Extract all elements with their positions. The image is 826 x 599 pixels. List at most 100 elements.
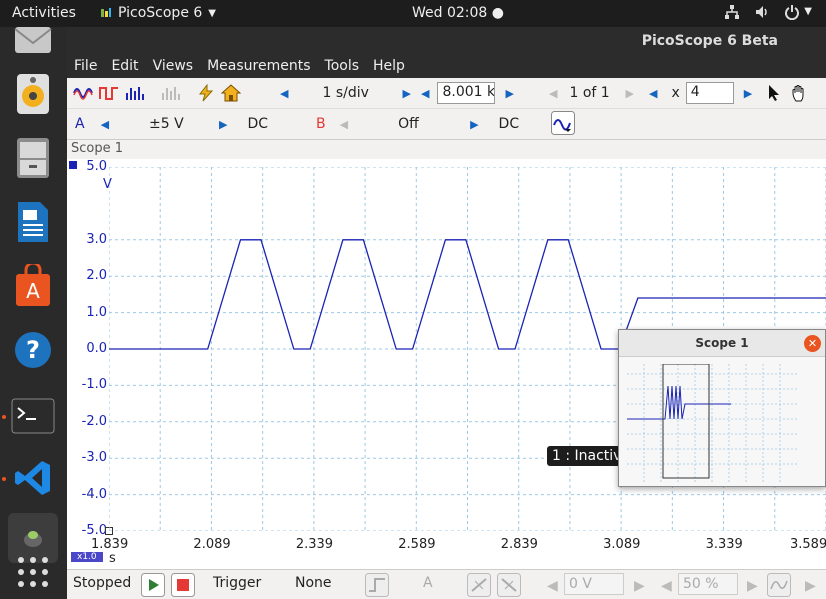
speaker-icon (17, 74, 49, 114)
menu-help[interactable]: Help (366, 56, 412, 78)
next-capture-button[interactable]: ▶ (625, 87, 633, 100)
x-tick-label: 2.089 (193, 537, 231, 552)
dock-item-rhythmbox[interactable] (8, 69, 58, 119)
scope-view-label: Scope 1 (71, 141, 124, 156)
timebase-value[interactable]: 1 s/div (322, 85, 402, 101)
zoom-increase-button[interactable]: ▶ (744, 87, 752, 100)
scope-mode-icon[interactable] (73, 85, 93, 101)
clock[interactable]: Wed 02:08 ● (412, 5, 504, 21)
system-top-bar: Activities PicoScope 6 ▼ Wed 02:08 ● ▼ (0, 0, 826, 27)
running-indicator (2, 477, 6, 481)
dock-item-mail[interactable] (8, 15, 58, 65)
overview-zoom-window[interactable] (662, 364, 710, 479)
menu-file[interactable]: File (67, 56, 104, 78)
timebase-decrease-button[interactable]: ◀ (280, 87, 288, 100)
channel-a-coupling[interactable]: DC (248, 116, 269, 132)
stop-capture-button[interactable] (171, 573, 195, 597)
y-tick-label: 5.0 (86, 159, 107, 174)
window-titlebar[interactable]: PicoScope 6 Beta (67, 27, 826, 56)
dock-item-terminal[interactable] (8, 391, 58, 441)
dock-item-show-apps[interactable] (8, 547, 58, 597)
dock-item-help[interactable]: ? (8, 325, 58, 375)
samples-field[interactable]: 8.001 kS (437, 82, 496, 104)
zoom-field[interactable]: 4 (685, 82, 734, 104)
dock-item-writer[interactable] (8, 197, 58, 247)
x-tick-label: 2.339 (295, 537, 334, 552)
app-menu[interactable]: PicoScope 6 ▼ (100, 5, 216, 21)
zoom-overview-window[interactable]: Scope 1 ✕ (618, 329, 826, 487)
menu-edit[interactable]: Edit (104, 56, 145, 78)
auto-setup-icon[interactable] (197, 84, 215, 102)
status-bar: Stopped Trigger None A ◀ 0 V ▶ ◀ 50 % ▶ … (67, 569, 826, 599)
help-icon: ? (15, 332, 51, 368)
timebase-increase-button[interactable]: ▶ (402, 87, 410, 100)
menu-bar: File Edit Views Measurements Tools Help (67, 56, 826, 78)
trigger-channel[interactable]: A (423, 575, 433, 591)
trigger-type-icon[interactable] (365, 573, 389, 597)
power-icon (785, 5, 800, 20)
x-unit-label: s (109, 551, 116, 566)
pretrigger-increase-button[interactable]: ▶ (747, 578, 758, 594)
trigger-label: Trigger (213, 575, 262, 591)
overview-plot[interactable] (627, 364, 817, 482)
pointer-tool-icon[interactable] (767, 84, 781, 102)
home-icon[interactable] (221, 84, 241, 102)
samples-decrease-button[interactable]: ◀ (421, 87, 429, 100)
trigger-level-increase-button[interactable]: ▶ (634, 578, 645, 594)
y-tick-label: 3.0 (86, 231, 107, 247)
dock: A ? (0, 27, 67, 599)
picoscope-app-icon (101, 8, 111, 17)
file-cabinet-icon (17, 138, 49, 178)
channel-a-label: A (75, 116, 85, 132)
channel-a-range-increase-button[interactable]: ▶ (219, 118, 227, 131)
channel-b-label: B (316, 116, 326, 132)
y-tick-label: -1.0 (81, 377, 107, 393)
falling-edge-icon[interactable] (497, 573, 521, 597)
y-tick-label: -5.0 (81, 523, 107, 538)
menu-tools[interactable]: Tools (318, 56, 367, 78)
channel-a-range-decrease-button[interactable]: ◀ (101, 118, 109, 131)
channel-b-range-decrease-button[interactable]: ◀ (340, 118, 348, 131)
close-icon[interactable]: ✕ (804, 335, 821, 352)
running-indicator (2, 415, 6, 419)
spectrum-mode-icon[interactable] (125, 85, 145, 101)
channel-options-icon[interactable] (551, 111, 575, 135)
trigger-mode[interactable]: None (295, 575, 332, 591)
window-title: PicoScope 6 Beta (641, 33, 778, 49)
trigger-level-decrease-button[interactable]: ◀ (547, 578, 558, 594)
channel-a-range[interactable]: ±5 V (149, 116, 219, 132)
channel-toolbar: A ◀ ±5 V ▶ DC B ◀ Off ▶ DC (67, 109, 826, 140)
advanced-trigger-icon[interactable] (767, 573, 791, 597)
picoscope-window: PicoScope 6 Beta File Edit Views Measure… (67, 27, 826, 599)
dock-item-vscode[interactable] (8, 453, 58, 503)
y-tick-label: 2.0 (86, 268, 107, 284)
channel-b-coupling[interactable]: DC (499, 116, 520, 132)
pretrigger-decrease-button[interactable]: ◀ (661, 578, 672, 594)
menu-measurements[interactable]: Measurements (200, 56, 317, 78)
x-tick-label: 3.339 (705, 537, 743, 552)
dock-item-software[interactable]: A (8, 261, 58, 311)
previous-capture-button[interactable]: ◀ (549, 87, 557, 100)
channel-b-range[interactable]: Off (398, 116, 470, 132)
hand-tool-icon[interactable] (791, 84, 809, 102)
trigger-level-field[interactable]: 0 V (564, 573, 624, 595)
overview-title: Scope 1 (619, 330, 825, 357)
pretrigger-field[interactable]: 50 % (678, 573, 738, 595)
start-capture-button[interactable] (141, 573, 165, 597)
zoom-decrease-button[interactable]: ◀ (649, 87, 657, 100)
samples-increase-button[interactable]: ▶ (505, 87, 513, 100)
status-scroll-right-button[interactable]: ▶ (805, 578, 816, 594)
volume-icon (756, 6, 768, 18)
system-tray[interactable]: ▼ (724, 4, 812, 20)
persistence-mode-icon[interactable] (99, 85, 119, 101)
channel-b-range-increase-button[interactable]: ▶ (470, 118, 478, 131)
grid-icon (18, 557, 48, 587)
app-menu-label: PicoScope 6 (118, 5, 203, 21)
chevron-down-icon: ▼ (208, 7, 216, 19)
notification-dot-icon: ● (491, 5, 504, 21)
y-tick-label: -2.0 (81, 413, 107, 429)
mail-icon (14, 27, 52, 53)
rising-edge-icon[interactable] (467, 573, 491, 597)
dock-item-files[interactable] (8, 133, 58, 183)
menu-views[interactable]: Views (146, 56, 201, 78)
